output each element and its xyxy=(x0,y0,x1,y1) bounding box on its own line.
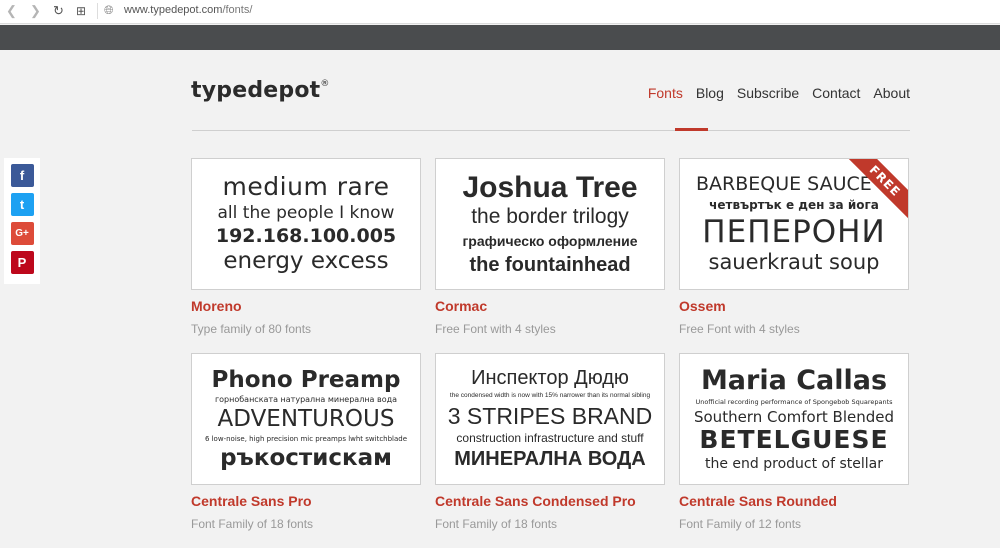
nav-about[interactable]: About xyxy=(873,85,910,101)
font-name[interactable]: Moreno xyxy=(191,298,421,314)
nav-blog[interactable]: Blog xyxy=(696,85,724,101)
preview-line: the fountainhead xyxy=(469,253,631,276)
active-nav-indicator xyxy=(675,128,708,131)
google-plus-icon[interactable]: G+ xyxy=(10,222,34,245)
font-subtitle: Font Family of 12 fonts xyxy=(679,517,802,531)
font-card-cormac[interactable]: Joshua Tree the border trilogy графическ… xyxy=(435,158,665,336)
preview-line: ADVENTUROUS xyxy=(217,406,395,433)
font-name[interactable]: Ossem xyxy=(679,298,909,314)
font-subtitle: Font Family of 18 fonts xyxy=(191,517,314,531)
preview-line: 6 low-noise, high precision mic preamps … xyxy=(204,434,408,443)
font-card-centrale-sans-condensed-pro[interactable]: Инспектор Дюдю the condensed width is no… xyxy=(435,353,665,531)
preview-line: energy excess xyxy=(223,248,389,275)
address-bar[interactable]: www.typedepot.com/fonts/ xyxy=(124,4,252,16)
site-top-bar xyxy=(0,25,1000,50)
preview-line: Unofficial recording performance of Spon… xyxy=(695,397,893,406)
preview-line: the condensed width is now with 15% narr… xyxy=(449,392,651,400)
preview-line: 3 STRIPES BRAND xyxy=(447,403,653,430)
preview-line: ръкостискам xyxy=(220,444,392,471)
nav-contact[interactable]: Contact xyxy=(812,85,860,101)
tabs-grid-icon[interactable]: ⊞ xyxy=(76,4,86,18)
font-preview[interactable]: FREE BARBEQUE SAUCE четвъртък е ден за й… xyxy=(679,158,909,290)
forward-icon[interactable]: ❯ xyxy=(30,3,41,19)
preview-line: графическо оформление xyxy=(462,232,638,249)
preview-line: construction infrastructure and stuff xyxy=(456,431,644,446)
header-divider xyxy=(192,130,910,131)
font-preview[interactable]: Maria Callas Unofficial recording perfor… xyxy=(679,353,909,485)
main-nav: Fonts Blog Subscribe Contact About xyxy=(648,85,910,101)
site-logo[interactable]: typedepot® xyxy=(191,78,330,103)
preview-line: Инспектор Дюдю xyxy=(471,367,629,390)
preview-line: all the people I know xyxy=(217,202,395,223)
preview-line: ПЕПЕРОНИ xyxy=(702,213,886,250)
social-share-bar: f t G+ P xyxy=(4,158,40,284)
preview-line: medium rare xyxy=(222,172,390,202)
font-name[interactable]: Centrale Sans Pro xyxy=(191,493,421,509)
registered-mark: ® xyxy=(320,78,330,89)
nav-subscribe[interactable]: Subscribe xyxy=(737,85,799,101)
nav-fonts[interactable]: Fonts xyxy=(648,85,683,101)
font-preview[interactable]: Phono Preamp горнобанската натурална мин… xyxy=(191,353,421,485)
preview-line: МИНЕРАЛНА ВОДА xyxy=(454,447,646,470)
font-card-centrale-sans-pro[interactable]: Phono Preamp горнобанската натурална мин… xyxy=(191,353,421,531)
font-subtitle: Font Family of 18 fonts xyxy=(435,517,558,531)
preview-line: 192.168.100.005 xyxy=(215,224,397,247)
preview-line: the border trilogy xyxy=(471,204,629,228)
preview-line: четвъртък е ден за йога xyxy=(709,198,879,213)
font-preview[interactable]: Инспектор Дюдю the condensed width is no… xyxy=(435,353,665,485)
font-name[interactable]: Cormac xyxy=(435,298,665,314)
logo-text: typedepot xyxy=(191,78,321,103)
preview-line: BETELGUESE xyxy=(699,425,889,455)
font-subtitle: Free Font with 4 styles xyxy=(435,322,556,336)
font-card-centrale-sans-rounded[interactable]: Maria Callas Unofficial recording perfor… xyxy=(679,353,909,531)
preview-line: горнобанската натурална минерална вода xyxy=(214,395,398,405)
preview-line: Joshua Tree xyxy=(462,171,638,205)
url-path: /fonts/ xyxy=(222,4,253,16)
pinterest-icon[interactable]: P xyxy=(10,251,34,274)
preview-line: Maria Callas xyxy=(700,364,888,396)
twitter-icon[interactable]: t xyxy=(10,193,34,216)
facebook-icon[interactable]: f xyxy=(10,164,34,187)
preview-line: Southern Comfort Blended xyxy=(693,407,894,426)
font-name[interactable]: Centrale Sans Condensed Pro xyxy=(435,493,665,509)
browser-toolbar: ❮ ❯ ↻ ⊞ 🌐︎ www.typedepot.com/fonts/ xyxy=(0,0,1000,24)
url-host: www.typedepot.com xyxy=(124,4,223,16)
preview-line: the end product of stellar xyxy=(704,455,883,472)
reload-icon[interactable]: ↻ xyxy=(53,3,64,19)
back-icon[interactable]: ❮ xyxy=(6,3,17,19)
font-subtitle: Type family of 80 fonts xyxy=(191,322,312,336)
font-subtitle: Free Font with 4 styles xyxy=(679,322,800,336)
globe-icon: 🌐︎ xyxy=(104,3,114,17)
font-preview[interactable]: Joshua Tree the border trilogy графическ… xyxy=(435,158,665,290)
font-card-ossem[interactable]: FREE BARBEQUE SAUCE четвъртък е ден за й… xyxy=(679,158,909,336)
preview-line: Phono Preamp xyxy=(211,366,401,393)
font-name[interactable]: Centrale Sans Rounded xyxy=(679,493,909,509)
font-card-moreno[interactable]: medium rare all the people I know 192.16… xyxy=(191,158,421,336)
preview-line: BARBEQUE SAUCE xyxy=(696,173,872,196)
toolbar-divider xyxy=(97,3,98,19)
preview-line: sauerkraut soup xyxy=(708,249,880,274)
font-preview[interactable]: medium rare all the people I know 192.16… xyxy=(191,158,421,290)
